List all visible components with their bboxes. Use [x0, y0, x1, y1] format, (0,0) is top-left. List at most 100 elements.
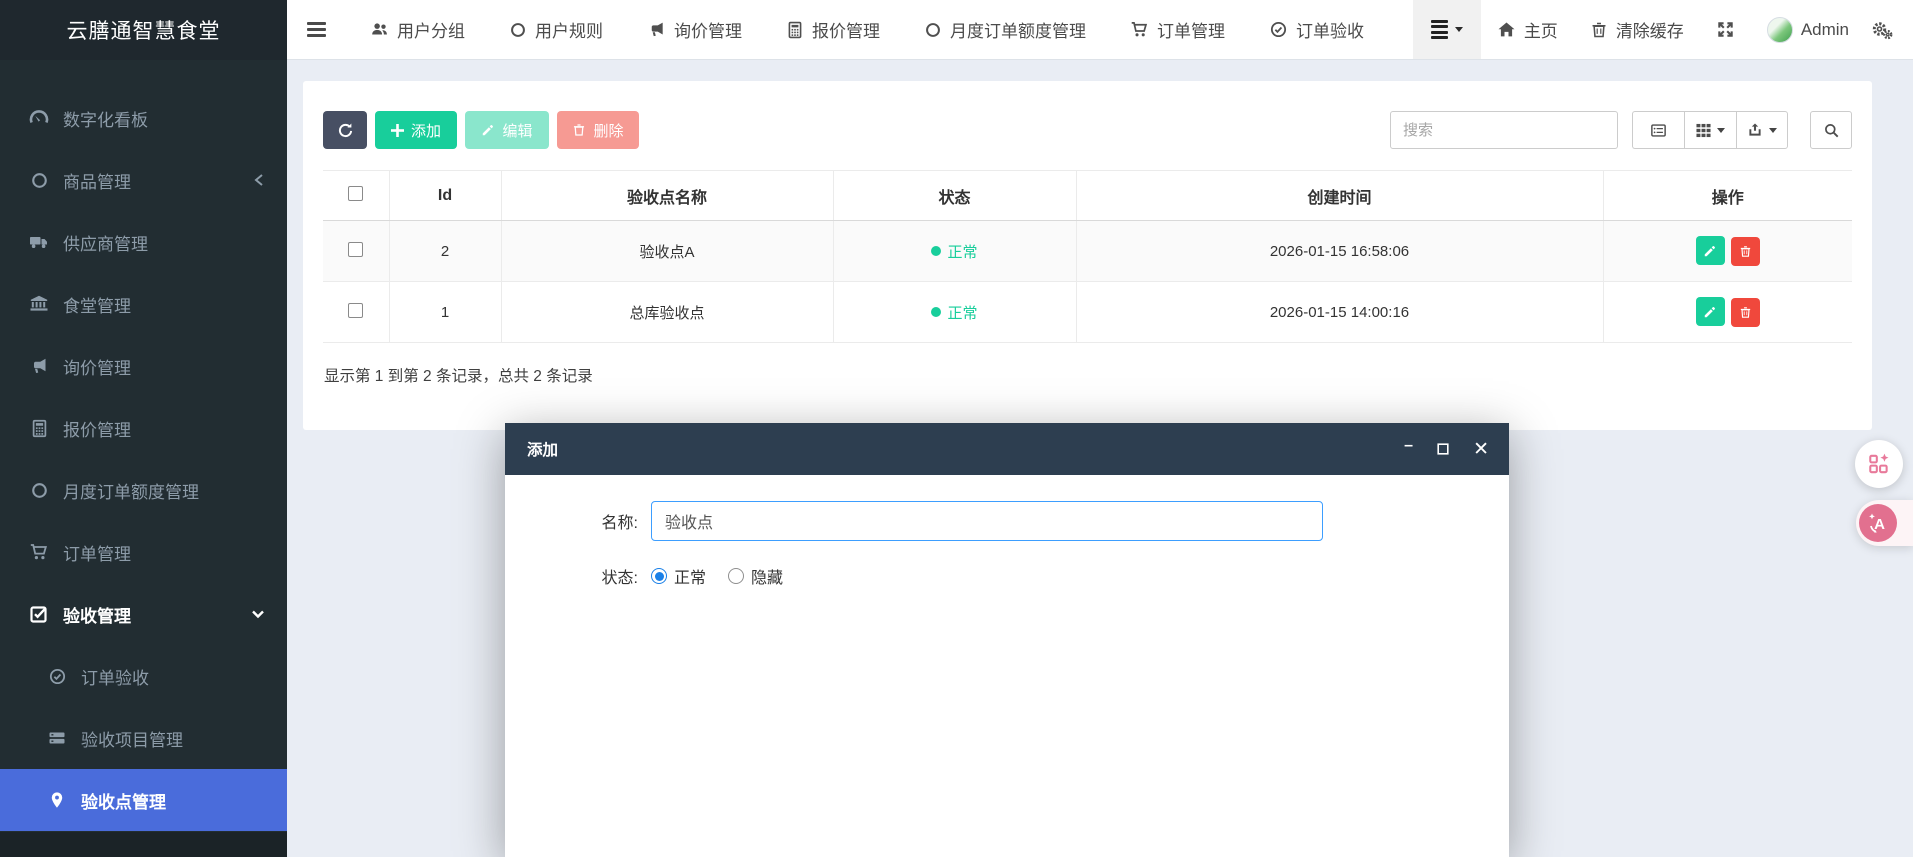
header-id: Id	[389, 171, 501, 221]
dialog-title: 添加	[527, 438, 558, 460]
search-input[interactable]	[1390, 111, 1618, 149]
dialog-header[interactable]: 添加 – ✕	[505, 423, 1509, 475]
sidebar-item-monthly-quota[interactable]: 月度订单额度管理	[0, 459, 287, 521]
avatar	[1767, 17, 1793, 43]
nav-item-user-groups[interactable]: 用户分组	[370, 17, 465, 42]
sidebar-item-orders[interactable]: 订单管理	[0, 521, 287, 583]
edit-button[interactable]: 编辑	[465, 111, 549, 149]
delete-button[interactable]: 删除	[557, 111, 639, 149]
check-square-icon	[27, 604, 51, 624]
refresh-button[interactable]	[323, 111, 367, 149]
bank-icon	[27, 294, 51, 314]
add-button[interactable]: 添加	[375, 111, 457, 149]
dialog-close-button[interactable]: ✕	[1473, 439, 1489, 459]
translate-icon: A	[1859, 504, 1897, 542]
header-actions: 操作	[1603, 171, 1852, 221]
sidebar-item-quotation[interactable]: 报价管理	[0, 397, 287, 459]
row-checkbox[interactable]	[348, 303, 363, 318]
name-field-label: 名称:	[505, 509, 651, 533]
pencil-icon	[481, 123, 495, 137]
select-all-cell	[323, 171, 389, 221]
calculator-icon	[786, 21, 804, 39]
row-delete-button[interactable]	[1731, 298, 1760, 327]
fullscreen-button[interactable]	[1700, 0, 1751, 59]
sidebar-item-dashboard[interactable]: 数字化看板	[0, 87, 287, 149]
trash-icon	[572, 123, 586, 137]
circle-icon	[509, 21, 527, 39]
caret-down-icon	[1717, 128, 1725, 133]
detail-view-icon	[1650, 122, 1667, 139]
calculator-icon	[27, 419, 51, 438]
row-checkbox[interactable]	[348, 242, 363, 257]
dialog-maximize-button[interactable]	[1437, 439, 1449, 459]
header-name: 验收点名称	[501, 171, 833, 221]
name-field[interactable]	[651, 501, 1323, 541]
sidebar-item-acceptance-points[interactable]: 验收点管理	[0, 769, 287, 831]
circle-icon	[27, 481, 51, 500]
cell-name: 总库验收点	[501, 282, 833, 343]
table-row[interactable]: 1 总库验收点 正常 2026-01-15 14:00:16	[323, 282, 1852, 343]
sidebar-item-order-acceptance[interactable]: 订单验收	[0, 645, 287, 707]
sidebar-item-acceptance-projects[interactable]: 验收项目管理	[0, 707, 287, 769]
radio-option-normal[interactable]: 正常	[651, 564, 706, 588]
dialog-minimize-button[interactable]: –	[1404, 436, 1413, 456]
row-edit-button[interactable]	[1696, 297, 1725, 326]
restore-icon	[1437, 443, 1449, 455]
sidebar-item-inquiry[interactable]: 询价管理	[0, 335, 287, 397]
extension-widget-button[interactable]	[1855, 440, 1903, 488]
sidebar-item-acceptance-mgmt[interactable]: 验收管理	[0, 583, 287, 645]
sidebar-item-canteen[interactable]: 食堂管理	[0, 273, 287, 335]
sidebar: -- 数字化看板 商品管理 供应商管理 食堂管理 询价管理	[0, 60, 287, 857]
dialog-body: 名称: 状态: 正常 隐藏	[505, 475, 1509, 588]
caret-down-icon	[1769, 128, 1777, 133]
row-edit-button[interactable]	[1696, 236, 1725, 265]
select-all-checkbox[interactable]	[348, 186, 363, 201]
cell-id: 1	[389, 282, 501, 343]
nav-item-orders[interactable]: 订单管理	[1130, 17, 1225, 42]
fullscreen-icon	[1716, 20, 1735, 39]
add-dialog: 添加 – ✕ 名称: 状态: 正常 隐藏	[505, 423, 1509, 857]
nav-item-home[interactable]: 主页	[1481, 0, 1574, 59]
nav-item-user-rules[interactable]: 用户规则	[509, 17, 603, 42]
app-logo: 云膳通智慧食堂	[0, 0, 287, 60]
check-circle-icon	[1269, 20, 1288, 39]
more-menu-dropdown[interactable]	[1413, 0, 1481, 59]
plus-icon	[391, 124, 404, 137]
nav-item-monthly-quota[interactable]: 月度订单额度管理	[924, 17, 1086, 42]
trash-icon	[1739, 306, 1752, 319]
settings-button[interactable]	[1865, 0, 1913, 59]
users-icon	[370, 20, 389, 39]
nav-item-order-acceptance[interactable]: 订单验收	[1269, 17, 1364, 42]
user-menu[interactable]: Admin	[1751, 0, 1865, 59]
status-badge: 正常	[931, 241, 977, 262]
server-icon	[45, 728, 69, 748]
bullhorn-icon	[647, 20, 666, 39]
nav-item-clear-cache[interactable]: 清除缓存	[1574, 0, 1700, 59]
translate-widget-button[interactable]: A	[1856, 500, 1913, 546]
sidebar-item-suppliers[interactable]: 供应商管理	[0, 211, 287, 273]
columns-button[interactable]	[1684, 111, 1736, 149]
detail-view-button[interactable]	[1632, 111, 1684, 149]
nav-item-quotation[interactable]: 报价管理	[786, 17, 880, 42]
cell-created: 2026-01-15 16:58:06	[1076, 221, 1603, 282]
status-dot-icon	[931, 307, 941, 317]
status-field-label: 状态:	[505, 564, 651, 588]
status-badge: 正常	[931, 302, 977, 323]
search-button[interactable]	[1810, 111, 1852, 149]
export-icon	[1747, 122, 1763, 138]
gears-icon	[1871, 20, 1893, 40]
table-row[interactable]: 2 验收点A 正常 2026-01-15 16:58:06	[323, 221, 1852, 282]
radio-option-hidden[interactable]: 隐藏	[728, 564, 783, 588]
chevron-left-icon	[253, 173, 265, 187]
refresh-icon	[337, 122, 354, 139]
sidebar-toggle-button[interactable]	[307, 19, 326, 40]
hamburger-icon	[307, 19, 326, 40]
content-panel: 添加 编辑 删除	[303, 81, 1872, 430]
map-marker-icon	[45, 790, 69, 810]
pencil-icon	[1703, 305, 1717, 319]
export-button[interactable]	[1736, 111, 1788, 149]
sidebar-item-products[interactable]: 商品管理	[0, 149, 287, 211]
circle-icon	[27, 171, 51, 190]
nav-item-inquiry[interactable]: 询价管理	[647, 17, 742, 42]
row-delete-button[interactable]	[1731, 237, 1760, 266]
